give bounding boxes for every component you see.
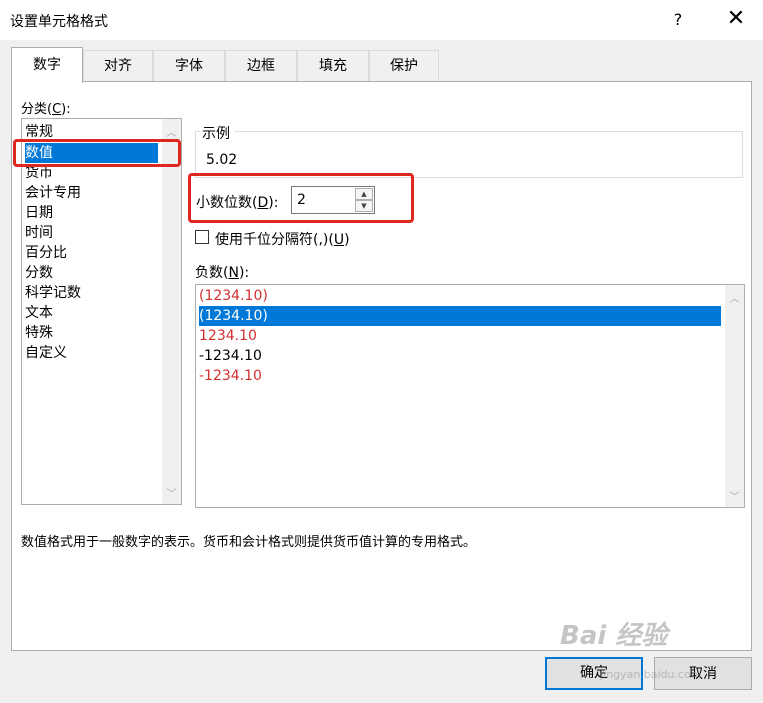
tab-protection[interactable]: 保护 (369, 50, 439, 81)
negative-item-paren-black[interactable]: (1234.10) (199, 306, 721, 326)
category-label-key: C (52, 102, 62, 117)
negative-item-paren-red[interactable]: (1234.10) (199, 286, 268, 306)
title-bar: 设置单元格格式 ? ✕ (0, 0, 763, 40)
negative-label-suffix: ): (238, 265, 250, 281)
category-item-text[interactable]: 文本 (25, 303, 53, 323)
tab-border[interactable]: 边框 (225, 50, 297, 81)
category-item-scientific[interactable]: 科学记数 (25, 283, 81, 303)
baidu-watermark-url: jingyan.baidu.com (600, 668, 702, 681)
category-item-time[interactable]: 时间 (25, 223, 53, 243)
category-label: 分类(C): (21, 98, 71, 117)
thousands-separator-label[interactable]: 使用千位分隔符(,)(U) (215, 229, 350, 249)
thousands-separator-checkbox[interactable] (195, 230, 209, 244)
category-item-percentage[interactable]: 百分比 (25, 243, 67, 263)
negative-item-minus-black[interactable]: -1234.10 (199, 346, 262, 366)
tab-number[interactable]: 数字 (11, 47, 83, 83)
help-button[interactable]: ? (666, 8, 690, 32)
negative-label-key: N (228, 265, 239, 281)
category-item-date[interactable]: 日期 (25, 203, 53, 223)
category-item-custom[interactable]: 自定义 (25, 343, 67, 363)
sample-value: 5.02 (206, 152, 238, 168)
thousands-label-key: U (333, 232, 345, 248)
tab-font[interactable]: 字体 (153, 50, 225, 81)
negative-scroll-up-icon[interactable]: ︿ (725, 290, 744, 305)
negative-label-prefix: 负数( (195, 265, 229, 281)
dialog-title: 设置单元格格式 (10, 14, 108, 30)
sample-title: 示例 (200, 123, 234, 143)
format-description: 数值格式用于一般数字的表示。货币和会计格式则提供货币值计算的专用格式。 (21, 535, 477, 550)
category-highlight-box (13, 139, 181, 167)
tab-fill[interactable]: 填充 (297, 50, 369, 81)
negative-numbers-label: 负数(N): (195, 262, 249, 282)
baidu-watermark: Bai 经验 (560, 621, 668, 651)
sample-group (195, 131, 743, 178)
category-label-suffix: ): (61, 102, 71, 117)
thousands-label-prefix: 使用千位分隔符(,)( (215, 232, 334, 248)
category-scrollbar[interactable] (162, 119, 181, 504)
negative-scroll-down-icon[interactable]: ﹀ (725, 488, 744, 503)
negative-item-minus-red[interactable]: -1234.10 (199, 366, 262, 386)
negative-item-plain-red[interactable]: 1234.10 (199, 326, 257, 346)
category-scroll-down-icon[interactable]: ﹀ (162, 485, 181, 500)
category-scroll-up-icon[interactable]: ︿ (162, 124, 181, 139)
negative-scrollbar[interactable] (725, 285, 744, 507)
tab-alignment[interactable]: 对齐 (83, 50, 153, 81)
close-button[interactable]: ✕ (722, 6, 750, 34)
category-item-accounting[interactable]: 会计专用 (25, 183, 81, 203)
category-label-prefix: 分类( (21, 102, 53, 117)
category-item-fraction[interactable]: 分数 (25, 263, 53, 283)
decimal-highlight-box (188, 173, 414, 223)
close-icon: ✕ (726, 6, 746, 31)
thousands-label-suffix: ) (344, 232, 350, 248)
category-item-special[interactable]: 特殊 (25, 323, 53, 343)
